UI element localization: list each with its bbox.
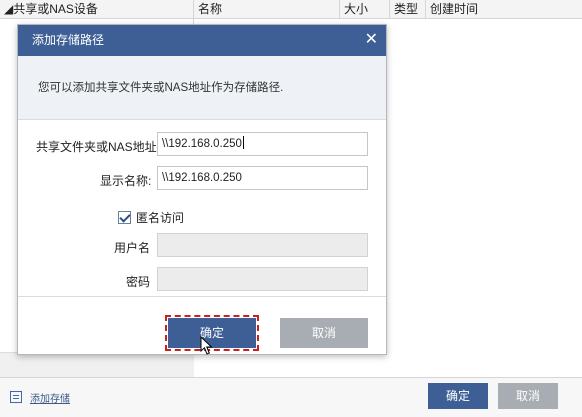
dialog-divider — [18, 296, 386, 297]
anonymous-access-label[interactable]: 匿名访问 — [136, 209, 184, 226]
password-label: 密码 — [126, 275, 151, 289]
share-path-input[interactable]: \\192.168.0.250 — [157, 132, 368, 156]
dialog-description-panel: 您可以添加共享文件夹或NAS地址作为存储路径. — [18, 56, 386, 120]
share-path-label: 共享文件夹或NAS地址: — [36, 140, 161, 154]
column-header-name[interactable]: 名称 — [194, 0, 340, 19]
password-input[interactable] — [157, 267, 368, 291]
username-input[interactable] — [157, 233, 368, 257]
share-path-value: \\192.168.0.250 — [162, 138, 242, 150]
dialog-description: 您可以添加共享文件夹或NAS地址作为存储路径. — [38, 82, 284, 94]
add-storage-path-dialog: 添加存储路径 ✕ 您可以添加共享文件夹或NAS地址作为存储路径. 共享文件夹或N… — [17, 24, 387, 355]
dialog-title: 添加存储路径 — [32, 33, 105, 47]
list-icon — [10, 391, 22, 403]
add-storage-label[interactable]: 添加存储 — [30, 390, 70, 405]
window-footer — [0, 377, 582, 417]
cancel-button[interactable]: 取消 — [280, 318, 368, 348]
dialog-title-bar: 添加存储路径 ✕ — [18, 25, 386, 56]
column-header-type[interactable]: 类型 — [390, 0, 426, 19]
display-name-input[interactable]: \\192.168.0.250 — [157, 166, 368, 190]
window-ok-button[interactable]: 确定 — [428, 383, 488, 409]
column-header-size[interactable]: 大小 — [340, 0, 390, 19]
add-storage-link[interactable]: 添加存储 — [10, 389, 70, 405]
column-header-created-time[interactable]: 创建时间 — [426, 0, 582, 19]
close-icon[interactable]: ✕ — [365, 25, 378, 55]
device-tree-footer — [0, 352, 194, 378]
file-list-header: ◢共享或NAS设备 名称 大小 类型 创建时间 — [0, 0, 582, 19]
username-label: 用户名 — [114, 241, 151, 255]
checkbox-checked-icon[interactable] — [118, 211, 131, 224]
text-caret — [242, 136, 244, 149]
display-name-value: \\192.168.0.250 — [162, 172, 242, 184]
mouse-pointer-icon — [200, 336, 213, 355]
display-name-label: 显示名称: — [100, 174, 152, 188]
column-header-shared-device[interactable]: ◢共享或NAS设备 — [0, 0, 194, 19]
window-cancel-button[interactable]: 取消 — [498, 383, 558, 409]
anonymous-access-checkbox[interactable]: 匿名访问 — [118, 209, 184, 226]
